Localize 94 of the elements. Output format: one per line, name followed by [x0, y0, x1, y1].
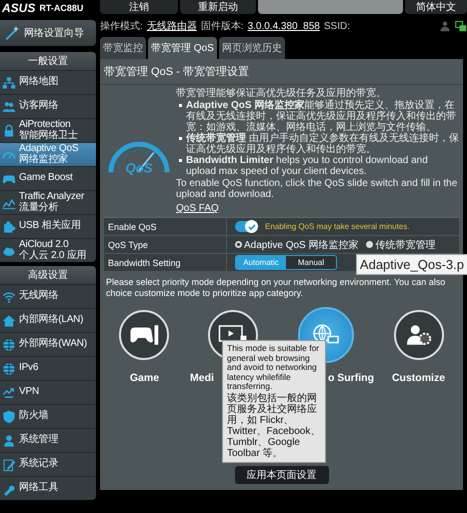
- sidebar-item[interactable]: 内部网络(LAN): [0, 308, 96, 332]
- network-status-icon[interactable]: [455, 20, 467, 32]
- brand-logo: ASUS: [2, 1, 36, 15]
- mode-button[interactable]: [394, 310, 444, 360]
- qos-toggle[interactable]: [235, 221, 257, 232]
- gamepad-icon: [129, 323, 160, 347]
- sidebar-item-label: VPN: [19, 387, 39, 398]
- sidebar-item-label: 网络地图: [19, 77, 58, 88]
- wifi-icon: [2, 290, 16, 304]
- sidebar-item-label: Traffic Analyzer 流量分析: [19, 192, 84, 213]
- apply-button[interactable]: 应用本页面设置: [234, 466, 328, 484]
- sidebar-item[interactable]: Traffic Analyzer 流量分析: [0, 190, 96, 214]
- model-name: RT-AC88U: [39, 3, 84, 13]
- sidebar-item[interactable]: USB 相关应用: [0, 214, 96, 238]
- sidebar-item[interactable]: Game Boost: [0, 166, 96, 190]
- sidebar-item-label: AiProtection 智能网络卫士: [19, 120, 78, 141]
- priority-instructions: Please select priority mode depending on your networking environment. You can also choice customize mode to prioritize app category.: [106, 277, 446, 299]
- page-title: 带宽管理 QoS - 带宽管理设置: [100, 59, 463, 85]
- radio-button[interactable]: [235, 241, 242, 248]
- mode-label: Customize: [392, 372, 446, 384]
- tab[interactable]: 带宽监控: [100, 37, 146, 59]
- sidebar-item-label: USB 相关应用: [19, 221, 81, 232]
- feature-bullet: Bandwidth Limiter helps you to control download and upload max speed of your client devices.: [178, 155, 460, 177]
- faq-link[interactable]: QoS FAQ: [176, 203, 219, 214]
- enable-instructions: To enable QoS function, click the QoS slide switch and fill in the upload and download.: [176, 178, 458, 200]
- lock-icon: [2, 124, 16, 138]
- sidebar-item[interactable]: 访客网络: [0, 94, 96, 118]
- sidebar-item-label: IPv6: [19, 363, 38, 374]
- tooltip-text: This mode is suitable for general web browsing and avoid to networking latency whilefifile transferring.: [227, 344, 320, 392]
- section-header: 高级设置: [0, 266, 96, 284]
- tooltip-text: 该类别包括一般的网页服务及社交网络应用，如 Flickr、Twitter、Facebook、Tumblr、Google Toolbar 等。: [227, 392, 321, 458]
- sidebar-item[interactable]: 系统管理: [0, 428, 96, 452]
- tab[interactable]: 带宽管理 QoS: [148, 37, 217, 59]
- sidebar-item-label: Game Boost: [19, 173, 73, 184]
- sidebar-item-label: 内部网络(LAN): [19, 315, 84, 326]
- reboot-button[interactable]: 重新启动: [180, 0, 256, 14]
- puzzle-icon: [2, 220, 16, 234]
- sidebar-item-label: AiCloud 2.0 个人云 2.0 应用: [19, 240, 86, 261]
- sidebar-item[interactable]: 网络地图: [0, 70, 96, 94]
- radio-button[interactable]: [366, 241, 374, 248]
- globe-icon: [2, 362, 16, 376]
- logout-button[interactable]: 注销: [100, 0, 178, 14]
- sidebar-item[interactable]: 外部网络(WAN): [0, 332, 96, 356]
- setting-label: Enable QoS: [104, 218, 227, 235]
- sidebar-item-label: 系统记录: [19, 459, 58, 470]
- section-header: 一般设置: [0, 52, 96, 70]
- feature-bullet: Adaptive QoS 网络监控家能够通过预先定义、拖放设置，在有线及无线连接时，保证高优先级应用及程序传入和传出的带宽：如游戏、流媒体、网络电话，网上浏览与文件传输。: [178, 100, 460, 133]
- qos-warning-text: Enabling QoS may take several minutes.: [265, 222, 410, 231]
- checkmark-icon: [246, 222, 256, 232]
- sidebar-item-label: 网络工具: [19, 483, 58, 494]
- network-icon: [2, 76, 16, 90]
- magic-wand-icon: [4, 25, 20, 41]
- setting-label: Bandwidth Setting: [104, 254, 227, 271]
- users-icon: [2, 100, 16, 114]
- firmware-label: 固件版本:: [200, 20, 244, 33]
- feature-bullet: 传统带宽管理 由用户手动自定义参数在有线及无线连接时，保证高优先级应用及程序传入和传出的带宽。: [178, 133, 460, 155]
- radio-label: 传统带宽管理: [375, 238, 436, 252]
- sidebar-item-label: 无线网络: [19, 291, 58, 302]
- image-title-tooltip: Adaptive_Qos-3.p: [356, 254, 467, 275]
- person-icon: [2, 434, 16, 448]
- firmware-link[interactable]: 3.0.0.4.380_858: [248, 20, 320, 32]
- globe-icon: [2, 338, 16, 352]
- sidebar-item[interactable]: Adaptive QoS 网络监控家: [0, 142, 96, 166]
- sidebar-item[interactable]: IPv6: [0, 356, 96, 380]
- sidebar-item[interactable]: 无线网络: [0, 284, 96, 308]
- sidebar-item[interactable]: 系统记录: [0, 452, 96, 476]
- mode-button[interactable]: [119, 310, 170, 360]
- sidebar-item-label: 防火墙: [19, 411, 48, 422]
- mode-label: Game: [130, 372, 160, 384]
- mode-label: o Surfing: [328, 372, 374, 384]
- pencil-icon: [2, 458, 16, 472]
- user-icon[interactable]: [439, 20, 451, 32]
- sidebar-item-label: Adaptive QoS 网络监控家: [19, 144, 78, 165]
- house-icon: [2, 314, 16, 328]
- mode-link[interactable]: 无线路由器: [146, 19, 197, 33]
- sidebar-item-label: 系统管理: [19, 435, 58, 446]
- mode-label: Medi: [190, 372, 214, 384]
- sidebar-item[interactable]: VPN: [0, 380, 96, 404]
- sidebar-item[interactable]: AiCloud 2.0 个人云 2.0 应用: [0, 238, 96, 262]
- ssid-label: SSID:: [324, 20, 350, 32]
- qos-gauge-drawing: QoS: [106, 133, 172, 177]
- language-button[interactable]: 简体中文: [405, 0, 467, 14]
- setting-label: QoS Type: [104, 236, 227, 253]
- segment-button[interactable]: Manual: [286, 256, 336, 269]
- tab[interactable]: 网页浏览历史: [218, 37, 285, 59]
- setup-wizard-button[interactable]: 网络设置向导: [0, 20, 96, 46]
- radio-option[interactable]: 传统带宽管理: [366, 238, 436, 252]
- shield-icon: [2, 410, 16, 424]
- sidebar-item-label: 访客网络: [19, 101, 58, 112]
- intro-text: 带宽管理能够保证高优先级任务及应用的带宽。: [176, 88, 387, 99]
- mode-label: 操作模式:: [100, 20, 143, 33]
- sidebar-item[interactable]: 网络工具: [0, 476, 96, 500]
- sidebar-item[interactable]: 防火墙: [0, 404, 96, 428]
- sidebar-item-label: 外部网络(WAN): [19, 339, 87, 350]
